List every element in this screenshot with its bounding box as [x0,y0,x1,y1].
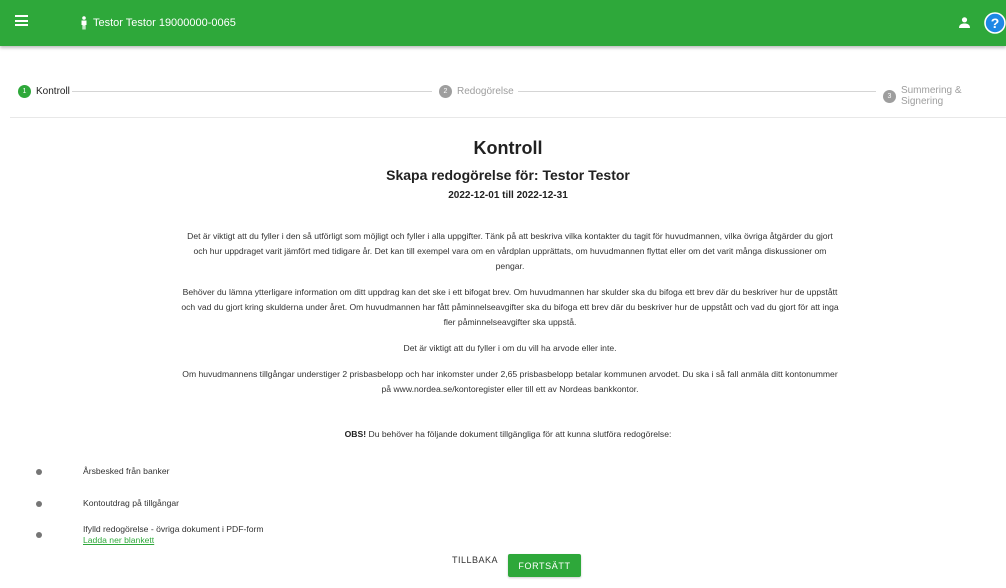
period-label: 2022-12-01 till 2022-12-31 [448,190,568,201]
back-button[interactable]: TILLBAKA [452,555,498,565]
step-number: 2 [439,85,452,98]
bullet-icon [36,469,42,475]
bullet-icon [36,532,42,538]
obs-text: Du behöver ha följande dokument tillgäng… [366,429,672,439]
step-connector [72,91,432,92]
info-paragraph: Det är viktigt att du fyller i om du vil… [403,343,617,353]
page-title: Kontroll [473,138,543,158]
step-label: Redogörelse [457,86,514,97]
top-app-bar: Testor Testor 19000000-0065 ? [0,0,1006,46]
obs-notice: OBS! Du behöver ha följande dokument til… [10,429,1006,439]
step-kontroll[interactable]: 1 Kontroll [18,85,70,98]
main-content: Kontroll Skapa redogörelse för: Testor T… [10,118,1006,588]
user-info: Testor Testor 19000000-0065 [80,16,236,30]
help-icon[interactable]: ? [984,12,1006,34]
continue-button[interactable]: FORTSÄTT [508,554,581,577]
list-item: Kontoutdrag på tillgångar [36,498,179,508]
hamburger-menu-icon[interactable] [15,15,28,26]
download-form-link[interactable]: Ladda ner blankett [83,535,264,545]
list-item: Årsbesked från banker [36,466,169,476]
step-label: Summering & Signering [900,85,962,107]
step-connector [518,91,876,92]
info-paragraph: Behöver du lämna ytterligare information… [181,287,839,327]
account-icon[interactable] [959,17,970,28]
info-paragraph: Om huvudmannens tillgångar understiger 2… [182,369,838,394]
step-summering-signering[interactable]: 3 Summering & Signering [883,85,1006,107]
help-glyph: ? [991,15,1000,31]
info-paragraph: Det är viktigt att du fyller i den så ut… [187,231,833,271]
stepper: 1 Kontroll 2 Redogörelse 3 Summering & S… [10,68,1006,118]
document-label: Ifylld redogörelse - övriga dokument i P… [83,524,264,534]
step-label: Kontroll [36,86,70,97]
bullet-icon [36,501,42,507]
step-number: 1 [18,85,31,98]
document-label: Kontoutdrag på tillgångar [83,498,180,508]
document-label: Årsbesked från banker [83,466,170,476]
list-item: Ifylld redogörelse - övriga dokument i P… [36,524,264,545]
step-number: 3 [883,89,896,103]
page-subtitle: Skapa redogörelse för: Testor Testor [386,167,630,183]
obs-label: OBS! [344,429,367,439]
user-name-label: Testor Testor 19000000-0065 [93,17,236,29]
person-icon [81,16,87,30]
step-redogorelse[interactable]: 2 Redogörelse [439,85,514,98]
